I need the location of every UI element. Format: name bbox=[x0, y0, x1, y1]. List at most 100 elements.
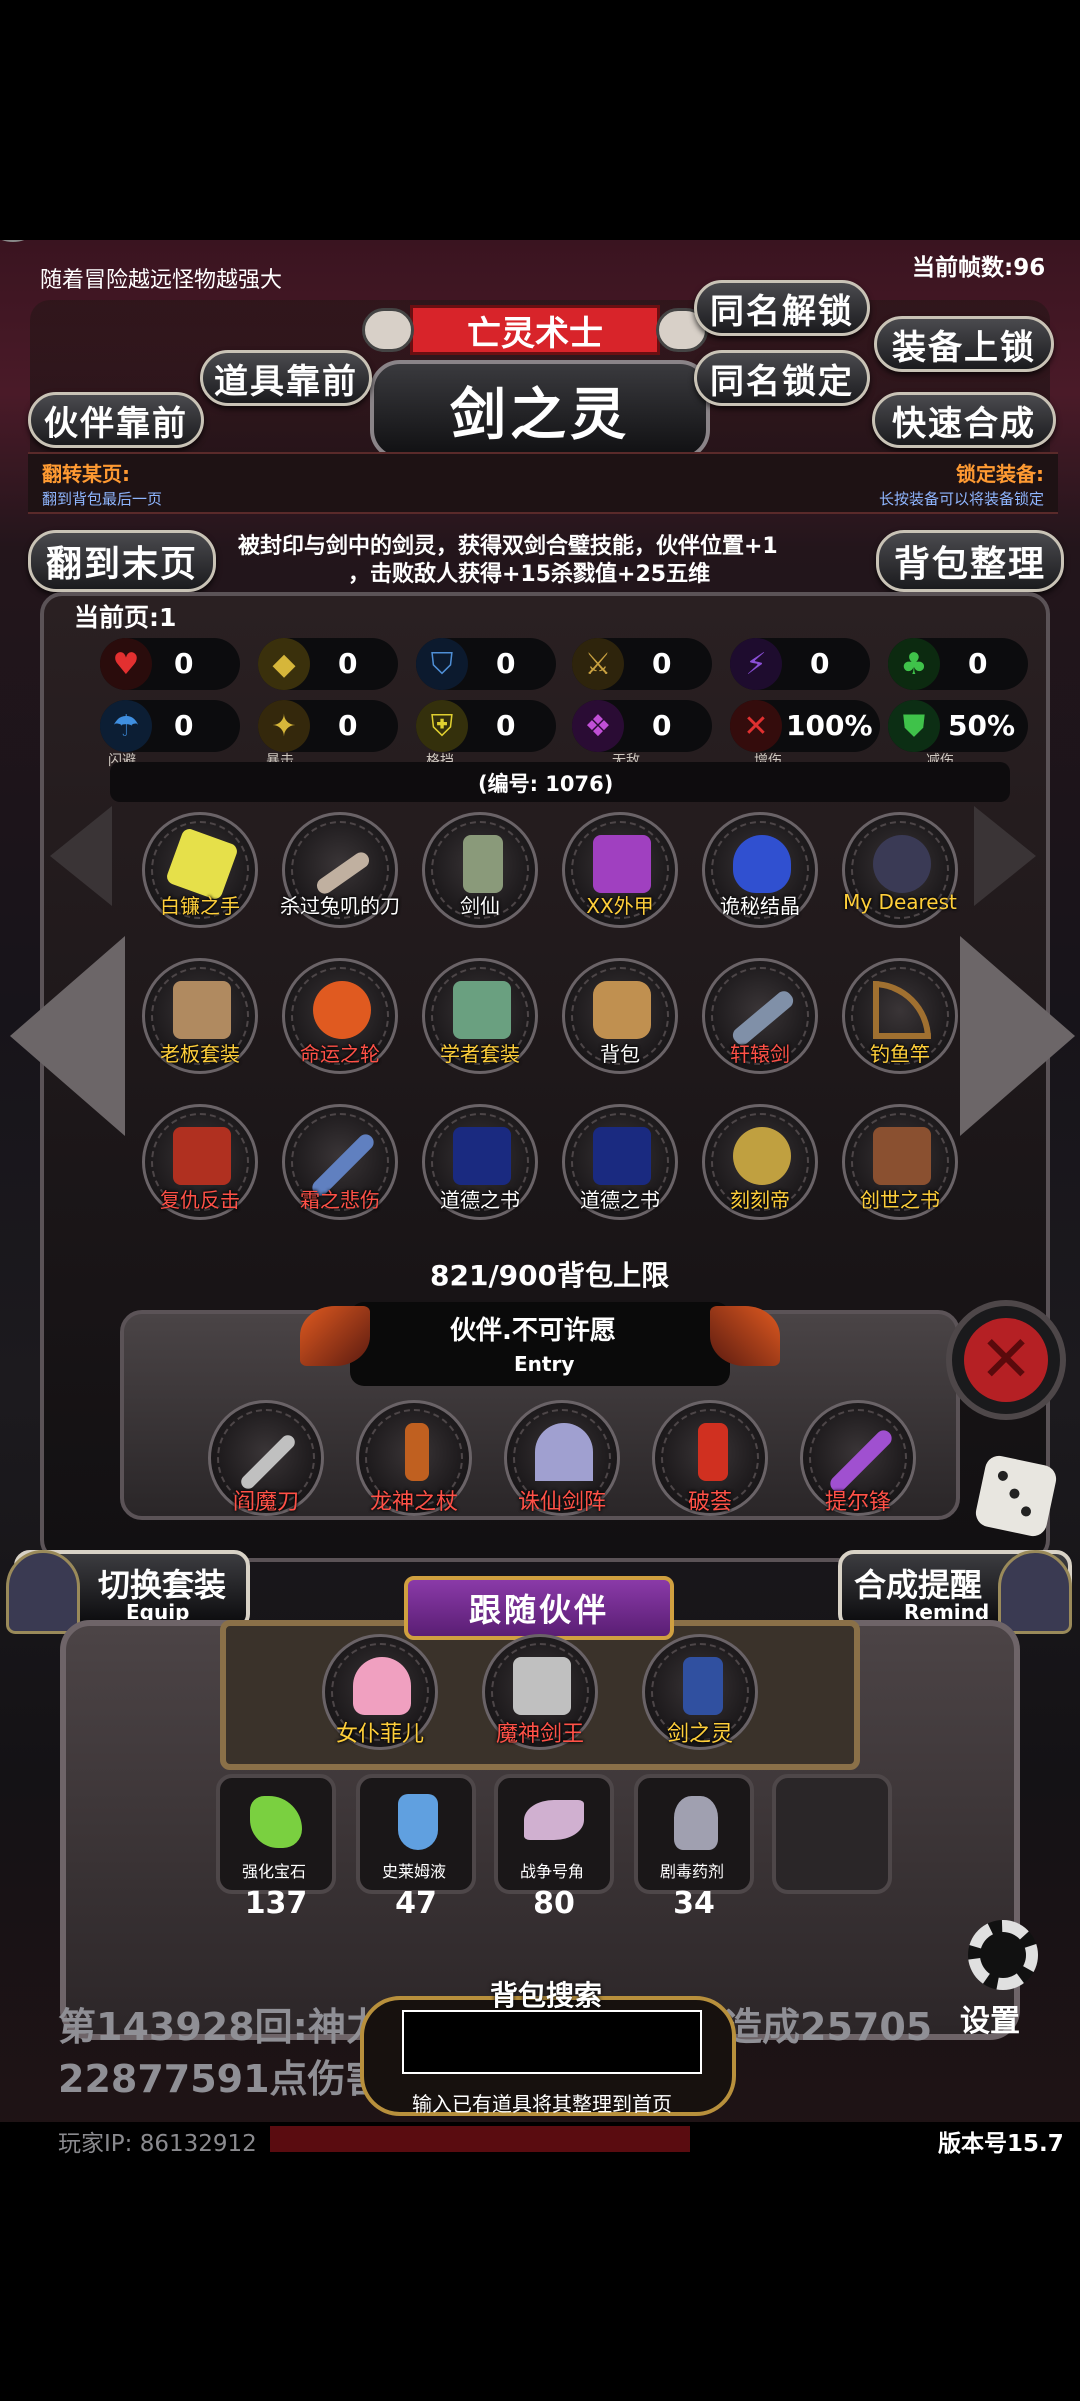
grid-item-label: 老板套装 bbox=[160, 1042, 240, 1066]
consumable-slot-empty[interactable] bbox=[772, 1774, 892, 1894]
next-page-arrow-icon[interactable] bbox=[960, 936, 1075, 1136]
armor-icon: ◆ bbox=[258, 638, 310, 690]
stat-helmet-value: 0 bbox=[496, 647, 516, 680]
next-small-arrow-icon[interactable] bbox=[974, 806, 1036, 906]
equip-lock-button[interactable]: 装备上锁 bbox=[874, 316, 1054, 372]
class-tag-text: 亡灵术士 bbox=[467, 313, 603, 354]
entry-title: 伙伴.不可许愿 bbox=[450, 1316, 616, 1346]
stat-block-value: 0 bbox=[496, 709, 516, 742]
stat-invincible: ❖ 0 无敌 bbox=[572, 700, 712, 769]
lock-sub: 长按装备可以将装备锁定 bbox=[878, 490, 1044, 508]
stat-hp-value: 0 bbox=[174, 647, 194, 680]
horn-icon bbox=[524, 1800, 584, 1840]
skull-left-icon bbox=[362, 308, 414, 352]
close-button[interactable]: ✕ bbox=[946, 1300, 1066, 1420]
helmet-right-icon bbox=[998, 1550, 1072, 1634]
entry-item-label: 提尔锋 bbox=[824, 1490, 891, 1515]
stat-crit-value: 0 bbox=[338, 709, 358, 742]
gem-icon bbox=[250, 1796, 302, 1848]
prev-page-arrow-icon[interactable] bbox=[10, 936, 125, 1136]
flip-sub: 翻到背包最后一页 bbox=[42, 490, 163, 508]
grid-item-label: 霜之悲伤 bbox=[300, 1188, 380, 1212]
quick-merge-button[interactable]: 快速合成 bbox=[872, 392, 1056, 448]
consumable-slot[interactable]: 强化宝石 bbox=[216, 1774, 336, 1894]
item-front-button[interactable]: 道具靠前 bbox=[200, 350, 372, 406]
consumable-count: 80 bbox=[533, 1886, 575, 1921]
consumable-slot[interactable]: 史莱姆液 bbox=[356, 1774, 476, 1894]
stat-speed: ⚡ 0 bbox=[730, 638, 870, 690]
grid-item-label: 钓鱼竿 bbox=[870, 1042, 930, 1066]
search-title: 背包搜索 bbox=[490, 1979, 603, 2012]
partner-front-button[interactable]: 伙伴靠前 bbox=[28, 392, 204, 448]
lock-label: 锁定装备: bbox=[956, 462, 1044, 486]
entry-item-label: 阎魔刀 bbox=[232, 1490, 299, 1515]
grid-item-label: 道德之书 bbox=[580, 1188, 660, 1212]
prev-small-arrow-icon[interactable] bbox=[50, 806, 112, 906]
gear-icon bbox=[968, 1920, 1038, 1990]
close-icon: ✕ bbox=[964, 1318, 1048, 1402]
follower-label: 魔神剑王 bbox=[495, 1722, 584, 1747]
log-line1-left: 第143928回:神力 bbox=[58, 2005, 384, 2049]
grid-item-label: 创世之书 bbox=[860, 1188, 940, 1212]
sword-icon: ⚔ bbox=[572, 638, 624, 690]
grid-item-label: 刻刻帝 bbox=[730, 1188, 790, 1212]
grid-item-label: 背包 bbox=[600, 1042, 640, 1066]
settings-button[interactable]: 设置 bbox=[950, 1920, 1050, 2050]
grid-item-label: 命运之轮 bbox=[300, 1042, 380, 1066]
entry-item-label: 诛仙剑阵 bbox=[517, 1490, 606, 1515]
clover-icon: ♣ bbox=[888, 638, 940, 690]
partner-name: 剑之灵 bbox=[450, 382, 630, 448]
follower-label: 女仆菲儿 bbox=[335, 1722, 424, 1747]
same-unlock-button[interactable]: 同名解锁 bbox=[694, 280, 870, 336]
invincible-icon: ❖ bbox=[572, 700, 624, 752]
bag-sort-button[interactable]: 背包整理 bbox=[876, 530, 1064, 592]
grid-item-label: 学者套装 bbox=[440, 1042, 520, 1066]
consumable-slot[interactable]: 战争号角 bbox=[494, 1774, 614, 1894]
grid-item-label: 白镰之手 bbox=[160, 894, 240, 918]
grid-item-label: XX外甲 bbox=[586, 894, 654, 918]
consumable-count: 47 bbox=[395, 1886, 437, 1921]
entry-sub: Entry bbox=[514, 1352, 575, 1376]
grid-item-label: 道德之书 bbox=[440, 1188, 520, 1212]
log-line1-right: 造成25705 bbox=[724, 2005, 933, 2049]
tip-text: 随着冒险越远怪物越强大 bbox=[40, 268, 283, 293]
helmet-icon: ⛉ bbox=[416, 638, 468, 690]
stat-helmet: ⛉ 0 bbox=[416, 638, 556, 690]
stat-damage-up: ✕ 100% 增伤 bbox=[730, 700, 880, 769]
consumable-slot[interactable]: 剧毒药剂 bbox=[634, 1774, 754, 1894]
item-id: (编号: 1076) bbox=[478, 772, 614, 796]
stat-block: ⛨ 0 格挡 bbox=[416, 700, 556, 769]
class-tag: 亡灵术士 bbox=[410, 305, 660, 355]
consumable-label: 史莱姆液 bbox=[382, 1862, 447, 1881]
stat-crit: ✦ 0 暴击 bbox=[258, 700, 398, 769]
stat-speed-value: 0 bbox=[810, 647, 830, 680]
pause-button[interactable] bbox=[0, 240, 44, 242]
stat-armor-value: 0 bbox=[338, 647, 358, 680]
crit-icon: ✦ bbox=[258, 700, 310, 752]
bag-limit: 821/900背包上限 bbox=[430, 1259, 670, 1292]
entry-wing-left-icon bbox=[300, 1306, 370, 1366]
last-page-button[interactable]: 翻到末页 bbox=[28, 530, 216, 592]
stat-invincible-value: 0 bbox=[652, 709, 672, 742]
settings-label: 设置 bbox=[960, 2004, 1020, 2039]
follow-title: 跟随伙伴 bbox=[468, 1591, 609, 1629]
info-bar: 翻转某页: 翻到背包最后一页 锁定装备: 长按装备可以将装备锁定 bbox=[28, 452, 1058, 514]
grid-item-label: 诡秘结晶 bbox=[720, 894, 800, 918]
version-label: 版本号15.7 bbox=[938, 2131, 1064, 2157]
consumable-label: 强化宝石 bbox=[242, 1862, 307, 1881]
page-label: 当前页:1 bbox=[74, 603, 177, 632]
consumable-label: 剧毒药剂 bbox=[660, 1862, 725, 1881]
follower-label: 剑之灵 bbox=[666, 1722, 733, 1747]
search-input[interactable] bbox=[402, 2010, 702, 2074]
grid-item-label: 轩辕剑 bbox=[730, 1042, 790, 1066]
grid-item-label: 复仇反击 bbox=[160, 1188, 240, 1212]
dice-icon[interactable] bbox=[973, 1453, 1059, 1539]
consumable-label: 战争号角 bbox=[520, 1862, 585, 1881]
search-hint: 输入已有道具将其整理到首页 bbox=[412, 2092, 672, 2116]
stat-dodge: ☂ 0 闪避 bbox=[100, 700, 240, 769]
damage-up-icon: ✕ bbox=[730, 700, 782, 752]
same-lock-button[interactable]: 同名锁定 bbox=[694, 350, 870, 406]
screen: 随着冒险越远怪物越强大 当前帧数:96 亡灵术士 剑之灵 道具靠前 伙伴靠前 同… bbox=[0, 0, 1080, 2401]
game-area: 随着冒险越远怪物越强大 当前帧数:96 亡灵术士 剑之灵 道具靠前 伙伴靠前 同… bbox=[0, 240, 1080, 2162]
stat-damage-reduce: ⛊ 50% 减伤 bbox=[888, 700, 1028, 769]
